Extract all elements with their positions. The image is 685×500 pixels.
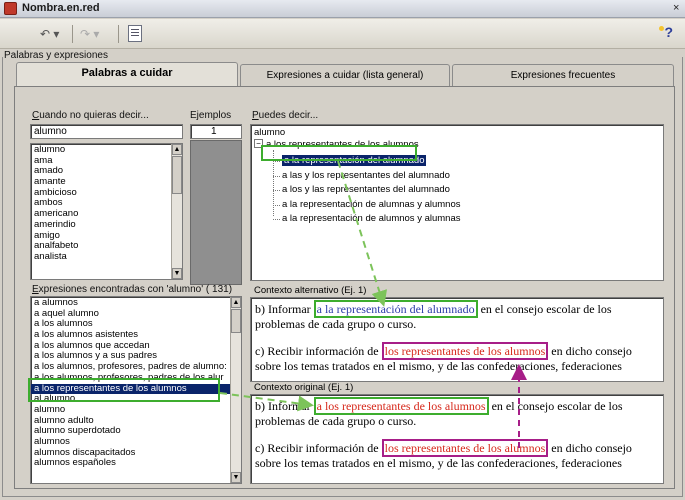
scroll-up-icon[interactable]: ▲ bbox=[231, 297, 241, 308]
app-icon bbox=[4, 2, 17, 15]
orig-context-b: b) Informar a los representantes de los … bbox=[255, 397, 623, 428]
suggestion-tree[interactable]: alumno − a los representantes de los alu… bbox=[250, 124, 664, 281]
word-list[interactable]: alumno ama amado amante ambicioso ambos americ… bbox=[30, 143, 183, 280]
scroll-up-icon[interactable]: ▲ bbox=[172, 144, 182, 155]
examples-label: Ejemplos bbox=[190, 110, 232, 121]
orig-context-box[interactable]: b) Informar a los representantes de los … bbox=[250, 394, 664, 484]
tree-child-item[interactable]: a la representación de alumnas y alumnos bbox=[282, 199, 461, 210]
toolbar: ↶ ▾ ↷ ▾ ? bbox=[0, 19, 685, 49]
tree-connector bbox=[273, 219, 280, 220]
tab-palabras[interactable]: Palabras a cuidar bbox=[16, 62, 238, 86]
tab-expresiones-frecuentes[interactable]: Expresiones frecuentes bbox=[452, 64, 674, 86]
close-icon[interactable]: × bbox=[673, 1, 683, 15]
tree-root[interactable]: alumno bbox=[254, 127, 285, 138]
word-list-scrollbar[interactable]: ▲ ▼ bbox=[171, 144, 182, 279]
redo-button[interactable]: ↷ ▾ bbox=[80, 25, 99, 43]
alt-highlight-magenta: los representantes de los alumnos bbox=[381, 342, 549, 360]
scroll-down-icon[interactable]: ▼ bbox=[172, 268, 182, 279]
orig-highlight-magenta: los representantes de los alumnos bbox=[381, 439, 549, 457]
undo-button[interactable]: ↶ ▾ bbox=[40, 25, 59, 43]
tree-connector bbox=[273, 175, 280, 177]
alt-highlight-green: a la representación del alumnado bbox=[313, 300, 478, 318]
scroll-down-icon[interactable]: ▼ bbox=[231, 472, 241, 483]
examples-panel bbox=[190, 140, 242, 285]
tree-connector bbox=[273, 161, 280, 162]
window-title: Nombra.en.red bbox=[22, 2, 100, 14]
tree-child-item[interactable]: a la representación de alumnos y alumnas bbox=[282, 213, 461, 224]
tree-child-item[interactable]: a la representación del alumnado bbox=[282, 155, 427, 166]
title-bar: Nombra.en.red × bbox=[0, 0, 685, 18]
tree-connector bbox=[273, 204, 280, 206]
document-icon[interactable] bbox=[128, 25, 142, 42]
alt-context-c: c) Recibir información de los representa… bbox=[255, 342, 632, 373]
found-list-scrollbar[interactable]: ▲ ▼ bbox=[230, 297, 241, 483]
found-label: Expresiones encontradas con 'alumno' ( 1… bbox=[32, 284, 233, 295]
word-list-item[interactable]: amerindio bbox=[31, 219, 182, 231]
tree-child-item[interactable]: a los y las representantes del alumnado bbox=[282, 184, 450, 195]
tree-connector bbox=[273, 190, 280, 191]
search-label: Cuando no quieras decir... bbox=[32, 110, 149, 121]
word-list-item[interactable]: alumno bbox=[31, 144, 182, 156]
tree-connector bbox=[273, 150, 274, 216]
word-list-item[interactable]: analista bbox=[31, 251, 182, 263]
orig-context-c: c) Recibir información de los representa… bbox=[255, 439, 632, 470]
alt-context-box[interactable]: b) Informar a la representación del alum… bbox=[250, 297, 664, 382]
tab-expresiones-general[interactable]: Expresiones a cuidar (lista general) bbox=[240, 64, 450, 86]
orig-context-label: Contexto original (Ej. 1) bbox=[254, 382, 354, 393]
alt-context-label: Contexto alternativo (Ej. 1) bbox=[254, 285, 367, 296]
alt-context-b: b) Informar a la representación del alum… bbox=[255, 300, 612, 331]
found-list-item[interactable]: alumno bbox=[31, 404, 241, 416]
search-input[interactable]: alumno bbox=[30, 124, 183, 139]
found-list-item[interactable]: a los alumnos, profesores, padres de los… bbox=[31, 372, 241, 384]
toolbar-separator bbox=[118, 25, 119, 43]
examples-field[interactable]: 1 bbox=[190, 124, 242, 139]
found-list[interactable]: a alumnos a aquel alumno a los alumnos a lo… bbox=[30, 296, 242, 484]
suggest-label: Puedes decir... bbox=[252, 110, 319, 121]
scroll-thumb[interactable] bbox=[172, 156, 182, 194]
scroll-thumb[interactable] bbox=[231, 309, 241, 333]
tree-child-item[interactable]: a las y los representantes del alumnado bbox=[282, 170, 450, 181]
found-list-item[interactable]: alumnos españoles bbox=[31, 458, 241, 469]
toolbar-separator bbox=[72, 25, 73, 43]
help-icon[interactable]: ? bbox=[659, 24, 673, 40]
tree-parent[interactable]: a los representantes de los alumnos bbox=[266, 139, 419, 150]
orig-highlight-green: a los representantes de los alumnos bbox=[313, 397, 489, 415]
collapse-icon[interactable]: − bbox=[254, 139, 263, 148]
